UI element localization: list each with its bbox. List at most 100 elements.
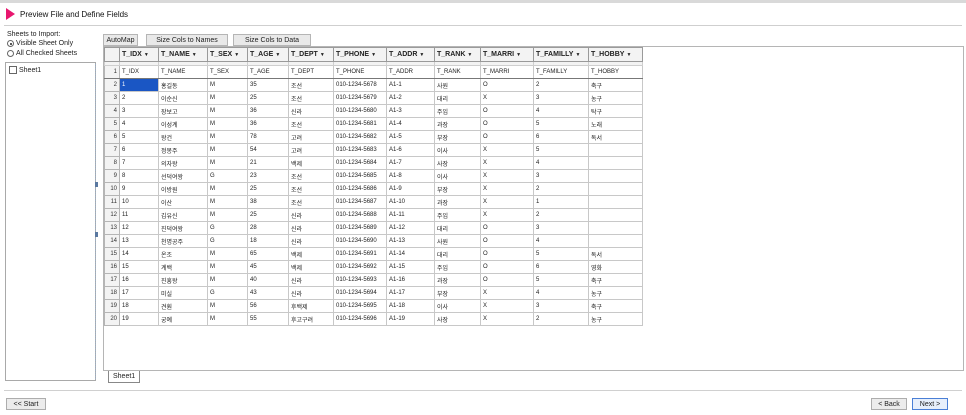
table-cell[interactable]: 56	[247, 299, 289, 313]
table-cell[interactable]: 25	[247, 182, 289, 196]
table-cell[interactable]: 신라	[288, 273, 334, 287]
table-cell[interactable]: 의자왕	[158, 156, 208, 170]
table-cell[interactable]: 천명공주	[158, 234, 208, 248]
table-cell[interactable]: T_NAME	[158, 65, 208, 79]
table-row[interactable]: 7 6 정몽주 M 54 고려 010-1234-5683 A1-6 이사 X 5	[104, 143, 643, 157]
table-cell[interactable]: 고려	[288, 143, 334, 157]
table-cell[interactable]: M	[207, 247, 248, 261]
table-cell[interactable]: 과장	[434, 195, 481, 209]
table-cell[interactable]: X	[480, 143, 534, 157]
table-cell[interactable]: 부장	[434, 130, 481, 144]
table-cell[interactable]: 축구	[588, 78, 643, 92]
table-row[interactable]: 13 12 진덕여왕 G 28 신라 010-1234-5689 A1-12 대리 O 3	[104, 221, 643, 235]
table-cell[interactable]: A1-4	[386, 117, 435, 131]
table-cell[interactable]: 후고구려	[288, 312, 334, 326]
table-cell[interactable]: A1-11	[386, 208, 435, 222]
table-cell[interactable]: 54	[247, 143, 289, 157]
table-cell[interactable]: 5	[119, 130, 159, 144]
table-cell[interactable]: 진흥왕	[158, 273, 208, 287]
table-cell[interactable]: 36	[247, 117, 289, 131]
table-cell[interactable]: M	[207, 156, 248, 170]
table-cell[interactable]: 18	[119, 299, 159, 313]
table-cell[interactable]: M	[207, 143, 248, 157]
table-row[interactable]: 5 4 이성계 M 36 조선 010-1234-5681 A1-4 과장 O 5 노래	[104, 117, 643, 131]
table-cell[interactable]: A1-5	[386, 130, 435, 144]
table-cell[interactable]: T_RANK	[434, 65, 481, 79]
column-header[interactable]: T_IDX ▼	[119, 47, 159, 62]
table-cell[interactable]: O	[480, 273, 534, 287]
table-cell[interactable]: 신라	[288, 104, 334, 118]
row-number[interactable]: 1	[104, 65, 120, 79]
table-cell[interactable]: O	[480, 130, 534, 144]
table-cell[interactable]: A1-1	[386, 78, 435, 92]
table-cell[interactable]: 이방원	[158, 182, 208, 196]
table-cell[interactable]: A1-17	[386, 286, 435, 300]
table-cell[interactable]: 신라	[288, 208, 334, 222]
table-cell[interactable]: 010-1234-5693	[333, 273, 387, 287]
table-cell[interactable]: G	[207, 234, 248, 248]
column-header[interactable]: T_FAMILLY ▼	[533, 47, 589, 62]
column-header[interactable]: T_RANK ▼	[434, 47, 481, 62]
table-cell[interactable]: 5	[533, 273, 589, 287]
table-cell[interactable]: 노래	[588, 117, 643, 131]
row-number[interactable]: 2	[104, 78, 120, 92]
column-header[interactable]: T_ADDR ▼	[386, 47, 435, 62]
tab-sheet1[interactable]: Sheet1	[108, 371, 141, 383]
table-cell[interactable]: M	[207, 78, 248, 92]
table-cell[interactable]: 010-1234-5690	[333, 234, 387, 248]
table-cell[interactable]: 조선	[288, 78, 334, 92]
table-cell[interactable]: M	[207, 273, 248, 287]
table-cell[interactable]: O	[480, 78, 534, 92]
table-cell[interactable]: 010-1234-5684	[333, 156, 387, 170]
table-cell[interactable]: 78	[247, 130, 289, 144]
table-cell[interactable]: G	[207, 221, 248, 235]
table-cell[interactable]: 43	[247, 286, 289, 300]
row-number[interactable]: 11	[104, 195, 120, 209]
table-cell[interactable]: 백제	[288, 247, 334, 261]
table-cell[interactable]: 10	[119, 195, 159, 209]
table-cell[interactable]: 신라	[288, 221, 334, 235]
table-cell[interactable]: 대리	[434, 247, 481, 261]
table-cell[interactable]: 23	[247, 169, 289, 183]
table-cell[interactable]: 6	[533, 130, 589, 144]
table-cell[interactable]: T_SEX	[207, 65, 248, 79]
table-cell[interactable]: 이성계	[158, 117, 208, 131]
table-cell[interactable]: 2	[119, 91, 159, 105]
table-cell[interactable]: A1-13	[386, 234, 435, 248]
table-row[interactable]: 17 16 진흥왕 M 40 신라 010-1234-5693 A1-16 과장 O 5 축구	[104, 273, 643, 287]
table-cell[interactable]: T_PHONE	[333, 65, 387, 79]
table-cell[interactable]: 4	[533, 286, 589, 300]
row-number[interactable]: 9	[104, 169, 120, 183]
table-cell[interactable]: 13	[119, 234, 159, 248]
table-cell[interactable]: A1-15	[386, 260, 435, 274]
row-number[interactable]: 12	[104, 208, 120, 222]
table-cell[interactable]: M	[207, 91, 248, 105]
automap-button[interactable]: AutoMap	[103, 34, 138, 46]
table-cell[interactable]: 010-1234-5696	[333, 312, 387, 326]
table-cell[interactable]: 1	[533, 195, 589, 209]
table-cell[interactable]: X	[480, 195, 534, 209]
table-cell[interactable]: 28	[247, 221, 289, 235]
table-cell[interactable]: 축구	[588, 273, 643, 287]
table-row[interactable]: 3 2 이순신 M 25 조선 010-1234-5679 A1-2 대리 X 3 농구	[104, 91, 643, 105]
table-cell[interactable]: 16	[119, 273, 159, 287]
column-header[interactable]: T_NAME ▼	[158, 47, 208, 62]
table-cell[interactable]	[588, 156, 643, 170]
table-cell[interactable]: 백제	[288, 260, 334, 274]
table-cell[interactable]: 55	[247, 312, 289, 326]
dropdown-arrow-icon[interactable]: ▼	[467, 52, 472, 58]
table-cell[interactable]: A1-18	[386, 299, 435, 313]
table-row[interactable]: 4 3 장보고 M 36 신라 010-1234-5680 A1-3 주임 O 4 탁구	[104, 104, 643, 118]
table-cell[interactable]: T_AGE	[247, 65, 289, 79]
table-cell[interactable]: 010-1234-5686	[333, 182, 387, 196]
table-cell[interactable]: 010-1234-5687	[333, 195, 387, 209]
dropdown-arrow-icon[interactable]: ▼	[419, 52, 424, 58]
table-cell[interactable]: 궁예	[158, 312, 208, 326]
table-cell[interactable]: 65	[247, 247, 289, 261]
table-cell[interactable]: 2	[533, 78, 589, 92]
table-cell[interactable]: T_FAMILLY	[533, 65, 589, 79]
table-cell[interactable]: 010-1234-5685	[333, 169, 387, 183]
table-cell[interactable]: 17	[119, 286, 159, 300]
table-cell[interactable]: M	[207, 104, 248, 118]
table-cell[interactable]: 백제	[288, 156, 334, 170]
